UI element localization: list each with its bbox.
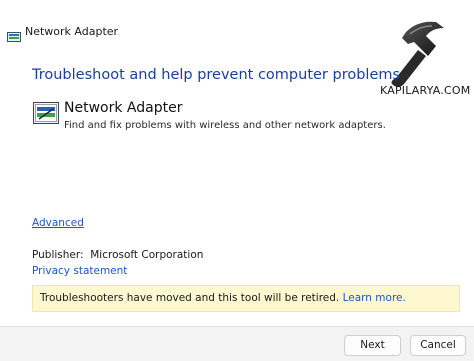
notice-text-wrap: Troubleshooters have moved and this tool… — [40, 292, 406, 304]
watermark-brand-text: KAPILARYA.COM — [380, 84, 471, 97]
item-description: Find and fix problems with wireless and … — [64, 120, 386, 131]
window-title: Network Adapter — [25, 25, 119, 38]
item-title: Network Adapter — [64, 100, 183, 116]
network-adapter-icon — [33, 102, 59, 124]
publisher-line: Publisher: Microsoft Corporation — [32, 249, 203, 261]
learn-more-link[interactable]: Learn more. — [343, 292, 406, 304]
page-headline: Troubleshoot and help prevent computer p… — [32, 67, 401, 83]
notice-text: Troubleshooters have moved and this tool… — [40, 292, 340, 304]
troubleshooter-window: Network Adapter KAPILARYA.COM Troublesho… — [0, 0, 474, 361]
privacy-statement-link[interactable]: Privacy statement — [32, 265, 127, 277]
publisher-value: Microsoft Corporation — [90, 249, 204, 261]
publisher-label: Publisher: — [32, 249, 84, 261]
advanced-link[interactable]: Advanced — [32, 217, 84, 229]
retirement-notice: Troubleshooters have moved and this tool… — [32, 285, 460, 312]
network-adapter-small-icon — [7, 27, 21, 42]
cancel-button[interactable]: Cancel — [410, 335, 466, 356]
next-button[interactable]: Next — [344, 335, 401, 356]
button-bar: Next Cancel — [0, 326, 474, 361]
